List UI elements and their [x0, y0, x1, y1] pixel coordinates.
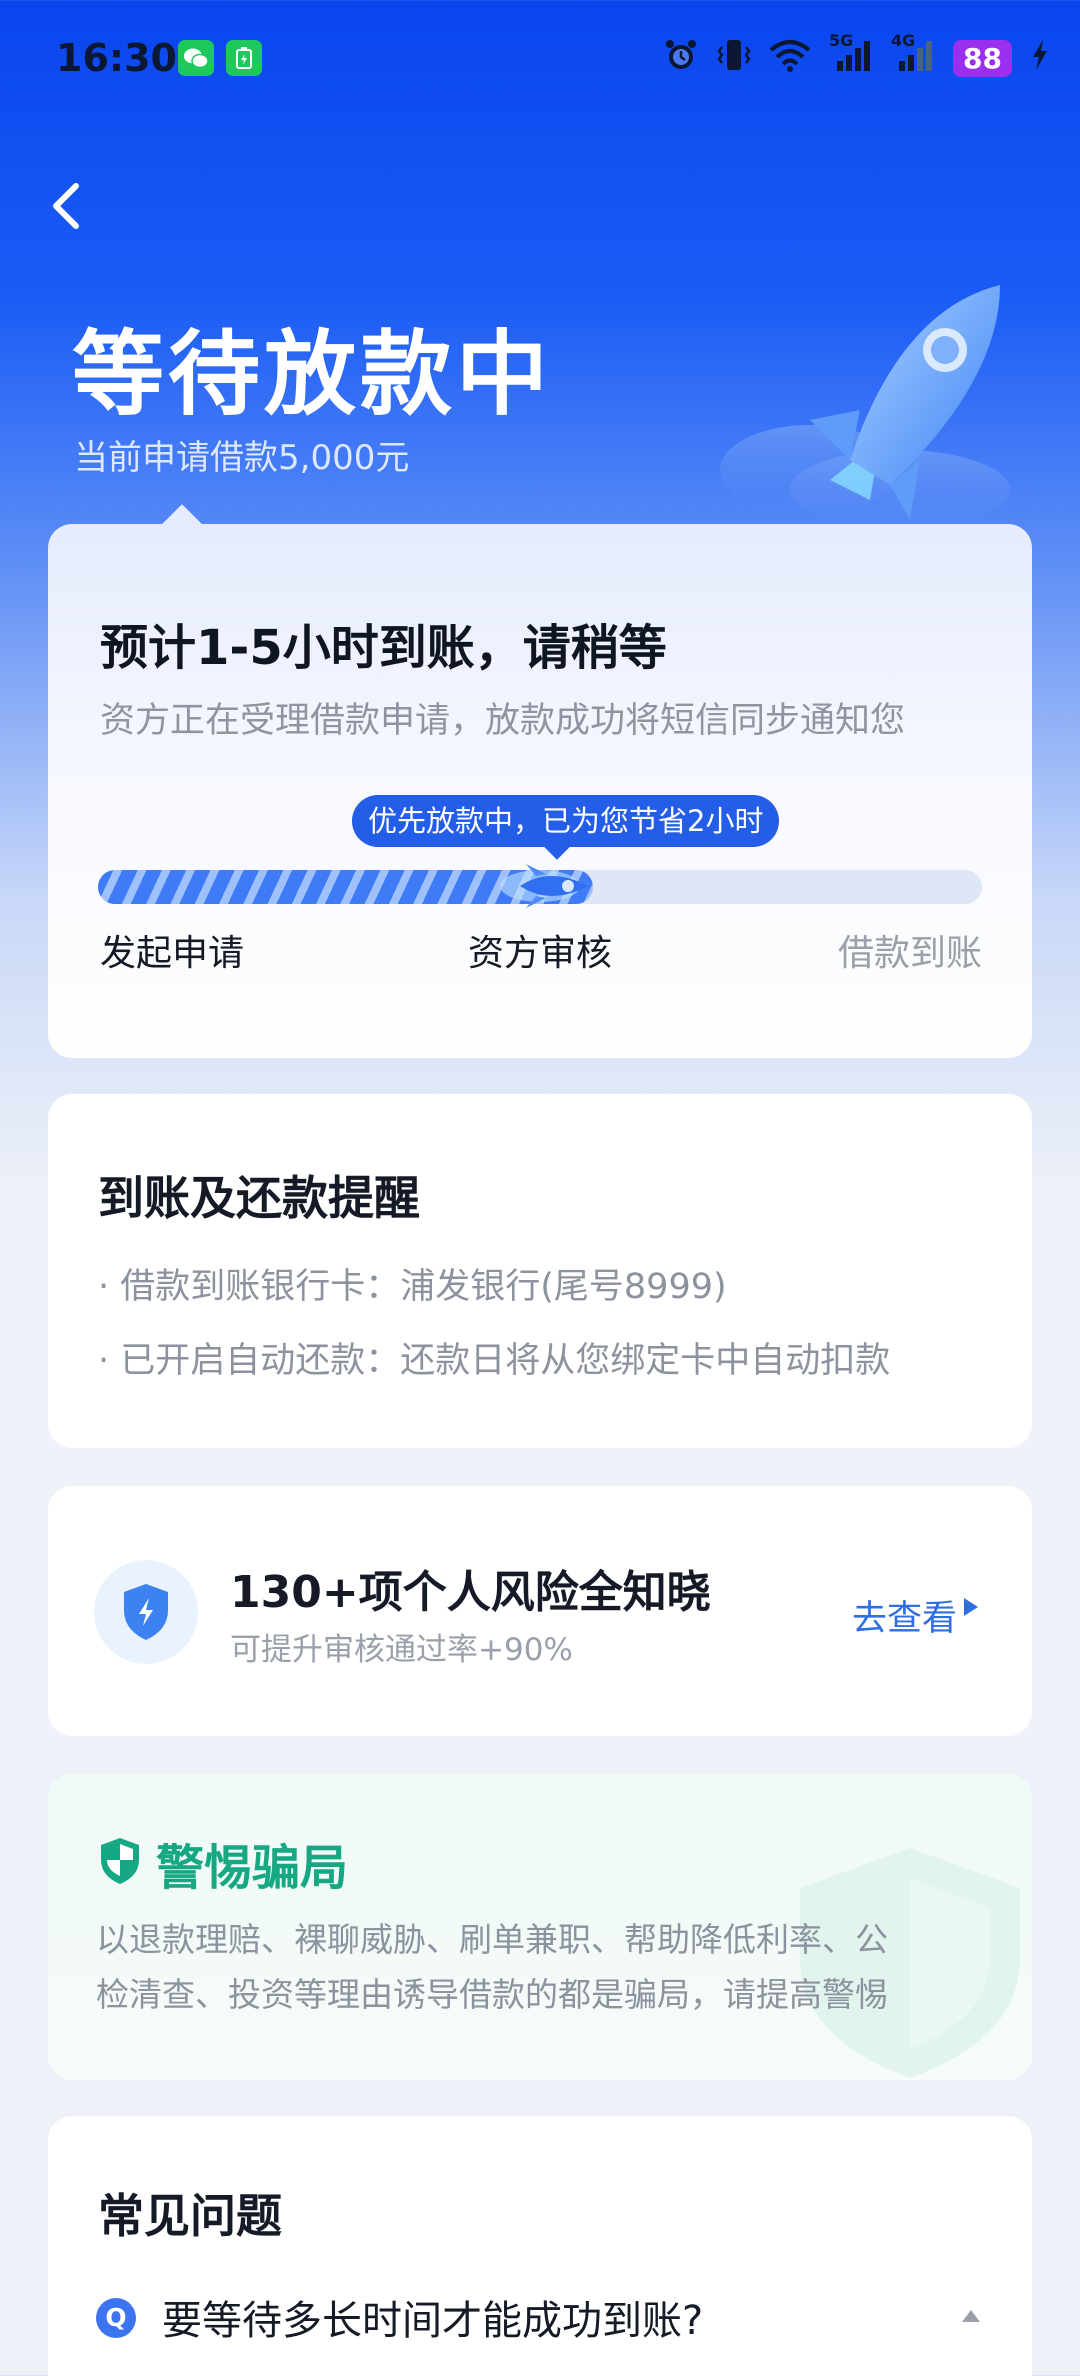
step-review: 资方审核: [468, 933, 613, 974]
signal-4g-icon: 4G: [891, 33, 935, 79]
fraud-text-line-1: 以退款理赔、裸聊威胁、刷单兼职、帮助降低利率、公: [96, 1920, 888, 1959]
vibrate-icon: [717, 37, 751, 79]
progress-card: [48, 524, 1032, 1058]
reminder-auto-repay: · 已开启自动还款：还款日将从您绑定卡中自动扣款: [98, 1341, 891, 1381]
risk-heading: 130+项个人风险全知晓: [230, 1567, 711, 1618]
battery-level-badge: 88: [953, 39, 1012, 77]
fraud-heading: 警惕骗局: [156, 1840, 349, 1896]
faq-question-1[interactable]: 要等待多长时间才能成功到账?: [162, 2288, 703, 2346]
wifi-icon: [769, 38, 811, 78]
progress-description: 资方正在受理借款申请，放款成功将短信同步通知您: [100, 701, 906, 741]
progress-rocket-icon: [500, 858, 596, 914]
alarm-icon: [663, 37, 699, 79]
system-status-icons: 5G 4G 88: [663, 33, 1050, 82]
status-time: 16:30: [56, 36, 177, 80]
lightning-shield-icon: [124, 1584, 168, 1640]
view-risk-link[interactable]: 去查看: [852, 1590, 957, 1641]
question-badge-icon: Q: [96, 2298, 136, 2338]
wechat-notification-icon: [178, 40, 214, 76]
risk-subtext: 可提升审核通过率+90%: [230, 1632, 573, 1668]
battery-app-icon: [226, 40, 262, 76]
rocket-illustration-icon: [700, 270, 1040, 530]
loan-amount-subtitle: 当前申请借款5,000元: [74, 438, 410, 478]
faq-heading: 常见问题: [98, 2189, 282, 2243]
progress-heading: 预计1-5小时到账，请稍等: [100, 620, 667, 676]
play-arrow-icon: [964, 1598, 978, 1616]
page-title: 等待放款中: [72, 321, 553, 428]
reminder-heading: 到账及还款提醒: [98, 1171, 420, 1225]
step-arrival: 借款到账: [838, 933, 983, 974]
reminder-bank-card: · 借款到账银行卡：浦发银行(尾号8999): [98, 1267, 727, 1307]
back-button[interactable]: [48, 178, 88, 238]
warning-shield-icon: [101, 1838, 139, 1884]
step-apply: 发起申请: [100, 933, 245, 974]
signal-5g-icon: 5G: [829, 33, 873, 79]
priority-tip-bubble: 优先放款中，已为您节省2小时: [352, 795, 780, 847]
fraud-text-line-2: 检清查、投资等理由诱导借款的都是骗局，请提高警惕: [96, 1975, 888, 2014]
charging-icon: [1030, 39, 1050, 77]
collapse-caret-icon[interactable]: [962, 2310, 980, 2322]
chevron-left-icon: [53, 183, 79, 229]
